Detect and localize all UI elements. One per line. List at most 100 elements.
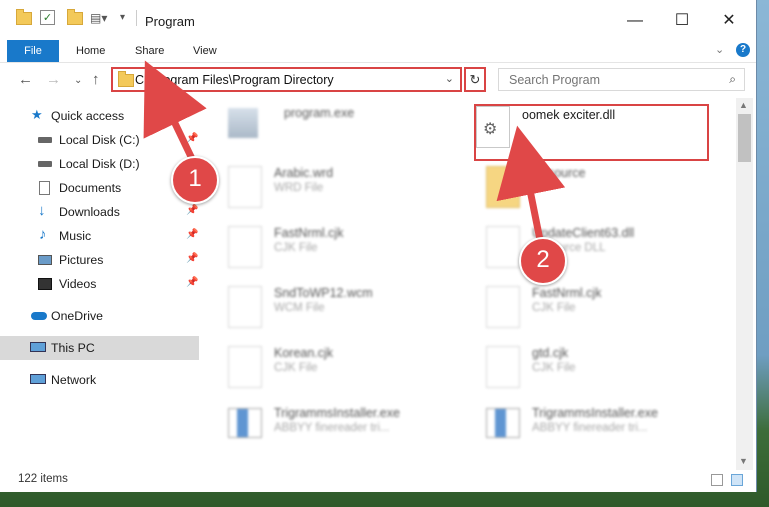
- address-dropdown-icon[interactable]: ⌄: [445, 72, 454, 85]
- installer-icon: [228, 408, 262, 438]
- sidebar-item-quick-access[interactable]: ★ Quick access: [0, 104, 199, 128]
- details-view-icon[interactable]: [711, 474, 723, 486]
- file-explorer-window: ✓ ▤▾ ▾ Program — ☐ ✕ File Home Share Vie…: [0, 0, 757, 492]
- search-input[interactable]: [507, 72, 711, 88]
- file-type: CJK File: [532, 362, 576, 374]
- navigation-pane: ★ Quick access Local Disk (C:) 📌 Local D…: [0, 98, 200, 462]
- sidebar-item-documents[interactable]: Documents: [0, 176, 199, 200]
- file-item[interactable]: FastNrml.cjk CJK File: [218, 218, 458, 276]
- pin-icon[interactable]: 📌: [186, 277, 198, 288]
- tab-share[interactable]: Share: [135, 40, 164, 62]
- scroll-up-icon[interactable]: ▲: [739, 100, 748, 110]
- sidebar-item-videos[interactable]: Videos 📌: [0, 272, 199, 296]
- sidebar-item-label: Videos: [59, 277, 97, 291]
- pin-icon[interactable]: 📌: [186, 229, 198, 240]
- download-icon: ↓: [38, 202, 46, 219]
- sidebar-item-pictures[interactable]: Pictures 📌: [0, 248, 199, 272]
- sidebar-item-network[interactable]: Network: [0, 368, 199, 392]
- customize-toolbar-icon[interactable]: ▤▾: [90, 11, 107, 25]
- file-item[interactable]: Resource: [476, 158, 716, 216]
- minimize-button[interactable]: —: [612, 6, 658, 36]
- title-divider: [136, 10, 137, 26]
- back-button[interactable]: ←: [18, 71, 33, 88]
- file-type: WRD File: [274, 182, 324, 194]
- recent-locations-icon[interactable]: ⌄: [74, 75, 82, 86]
- file-item[interactable]: gtd.cjk CJK File: [476, 338, 716, 396]
- sidebar-item-label: This PC: [51, 341, 95, 355]
- file-icon: [228, 226, 262, 268]
- folder-icon[interactable]: [16, 9, 32, 25]
- tab-view[interactable]: View: [193, 40, 217, 62]
- file-name: FastNrml.cjk: [274, 226, 344, 240]
- properties-icon[interactable]: ✓: [40, 10, 55, 25]
- file-icon: [228, 166, 262, 208]
- sidebar-item-local-disk-d[interactable]: Local Disk (D:): [0, 152, 199, 176]
- address-bar[interactable]: C:\Program Files\Program Directory ⌄: [111, 67, 462, 92]
- file-item[interactable]: TrigrammsInstaller.exe ABBYY finereader …: [218, 398, 458, 456]
- navigation-bar: ← → ⌄ ↑ C:\Program Files\Program Directo…: [0, 62, 756, 99]
- sidebar-item-onedrive[interactable]: OneDrive: [0, 304, 199, 328]
- file-name: program.exe: [284, 106, 355, 120]
- file-name: Arabic.wrd: [274, 166, 334, 180]
- sidebar-item-this-pc[interactable]: This PC: [0, 336, 199, 360]
- ribbon-tabs: File Home Share View ⌄ ?: [0, 40, 756, 62]
- exe-icon: [228, 108, 258, 138]
- expand-ribbon-icon[interactable]: ⌄: [715, 43, 724, 56]
- sidebar-item-label: Music: [59, 229, 92, 243]
- maximize-button[interactable]: ☐: [659, 6, 705, 36]
- sidebar-item-downloads[interactable]: ↓ Downloads 📌: [0, 200, 199, 224]
- refresh-button[interactable]: ↻: [464, 67, 486, 92]
- file-icon: [486, 346, 520, 388]
- computer-icon: [30, 342, 46, 352]
- forward-button[interactable]: →: [46, 71, 61, 88]
- file-name: TrigrammsInstaller.exe: [532, 406, 658, 420]
- file-name: Korean.cjk: [274, 346, 334, 360]
- file-type: CJK File: [532, 302, 576, 314]
- file-item[interactable]: Korean.cjk CJK File: [218, 338, 458, 396]
- file-type: WCM File: [274, 302, 325, 314]
- sidebar-item-label: Local Disk (D:): [59, 157, 140, 171]
- file-item[interactable]: TrigrammsInstaller.exe ABBYY finereader …: [476, 398, 716, 456]
- large-icons-view-icon[interactable]: [731, 474, 743, 486]
- file-name: SndToWP12.wcm: [274, 286, 373, 300]
- search-icon[interactable]: ⌕: [729, 72, 736, 87]
- scroll-down-icon[interactable]: ▼: [739, 456, 748, 466]
- help-icon[interactable]: ?: [736, 43, 750, 57]
- star-icon: ★: [31, 107, 43, 122]
- file-type: CJK File: [274, 362, 318, 374]
- search-box[interactable]: ⌕: [498, 68, 745, 91]
- folder-icon: [486, 166, 520, 208]
- file-item[interactable]: FastNrml.cjk CJK File: [476, 278, 716, 336]
- vertical-scrollbar[interactable]: ▲ ▼: [736, 98, 753, 470]
- network-icon: [30, 374, 46, 384]
- target-file-highlight: [474, 104, 709, 161]
- file-icon: [486, 286, 520, 328]
- pin-icon[interactable]: 📌: [186, 205, 198, 216]
- file-icon: [228, 346, 262, 388]
- file-item[interactable]: SndToWP12.wcm WCM File: [218, 278, 458, 336]
- title-bar: ✓ ▤▾ ▾ Program — ☐ ✕: [0, 0, 756, 40]
- file-item-program-exe[interactable]: program.exe: [218, 98, 458, 156]
- quick-access-dropdown-icon[interactable]: ▾: [120, 12, 125, 23]
- pin-icon[interactable]: 📌: [186, 253, 198, 264]
- new-folder-icon[interactable]: [67, 9, 83, 25]
- file-item[interactable]: UpdateClient63.dll Resource DLL: [476, 218, 716, 276]
- file-type: ABBYY finereader tri...: [532, 422, 648, 434]
- documents-icon: [39, 181, 50, 195]
- sidebar-item-music[interactable]: ♪ Music 📌: [0, 224, 199, 248]
- tab-home[interactable]: Home: [76, 40, 105, 62]
- sidebar-item-local-disk-c[interactable]: Local Disk (C:) 📌: [0, 128, 199, 152]
- pin-icon[interactable]: 📌: [186, 133, 198, 144]
- tab-file[interactable]: File: [7, 40, 59, 62]
- installer-icon: [486, 408, 520, 438]
- scrollbar-thumb[interactable]: [738, 114, 751, 162]
- file-name: TrigrammsInstaller.exe: [274, 406, 400, 420]
- file-item[interactable]: Arabic.wrd WRD File: [218, 158, 458, 216]
- pictures-icon: [38, 255, 52, 265]
- videos-icon: [38, 278, 52, 290]
- window-title: Program: [145, 14, 195, 29]
- address-path: C:\Program Files\Program Directory: [135, 73, 334, 87]
- up-button[interactable]: ↑: [92, 71, 100, 88]
- folder-icon: [118, 71, 134, 87]
- close-button[interactable]: ✕: [706, 6, 752, 36]
